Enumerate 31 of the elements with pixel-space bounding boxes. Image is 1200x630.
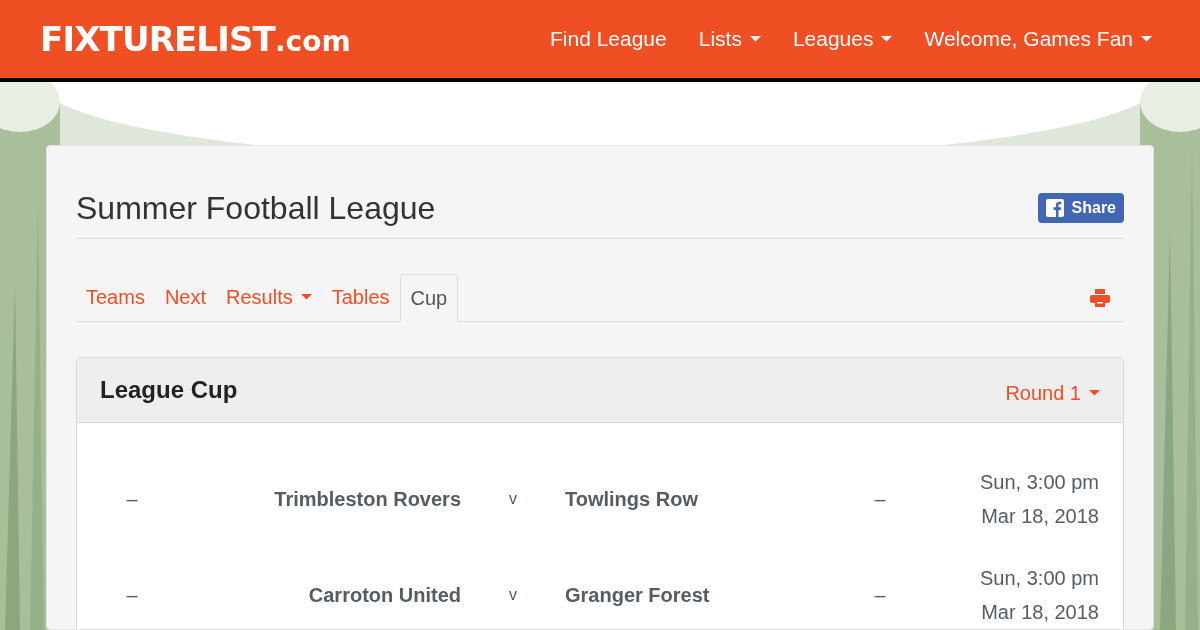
team-name: Carroton United xyxy=(307,583,461,608)
nav-dropdown[interactable]: Leagues xyxy=(792,23,893,55)
print-icon[interactable] xyxy=(1090,289,1110,307)
logo[interactable]: FIXTURELIST.com xyxy=(40,13,351,65)
facebook-icon xyxy=(1045,199,1064,217)
fixture-datetime: Mar 18, 2018 xyxy=(981,504,1099,529)
nav-link[interactable]: Find League xyxy=(549,23,667,55)
share-button[interactable]: Share xyxy=(1037,193,1124,223)
score: – xyxy=(873,583,887,608)
caret-icon xyxy=(1089,390,1100,396)
page-title: Summer Football League xyxy=(76,189,436,228)
fixture-datetime: Sun, 3:00 pm xyxy=(980,566,1099,591)
fixture-datetime: Mar 18, 2018 xyxy=(981,600,1099,625)
tab[interactable]: Cup xyxy=(399,274,459,322)
score: – xyxy=(125,487,139,512)
team-name: Trimbleston Rovers xyxy=(273,487,461,512)
score: – xyxy=(873,487,887,512)
round-dropdown[interactable]: Round 1 xyxy=(1005,378,1100,408)
team-name: Towlings Row xyxy=(565,487,699,512)
team-name: Granger Forest xyxy=(565,583,711,608)
tab[interactable]: Next xyxy=(154,273,217,321)
nav-dropdown[interactable]: Lists xyxy=(698,23,761,55)
versus-label: v xyxy=(508,585,518,605)
tab[interactable]: Teams xyxy=(76,273,155,321)
score: – xyxy=(125,583,139,608)
tab[interactable]: Results xyxy=(216,273,322,321)
fixture-datetime: Sun, 3:00 pm xyxy=(980,470,1099,495)
versus-label: v xyxy=(508,489,518,509)
tab[interactable]: Tables xyxy=(321,273,400,321)
panel-title: League Cup xyxy=(100,375,238,405)
nav-dropdown[interactable]: Welcome, Games Fan xyxy=(924,23,1152,55)
